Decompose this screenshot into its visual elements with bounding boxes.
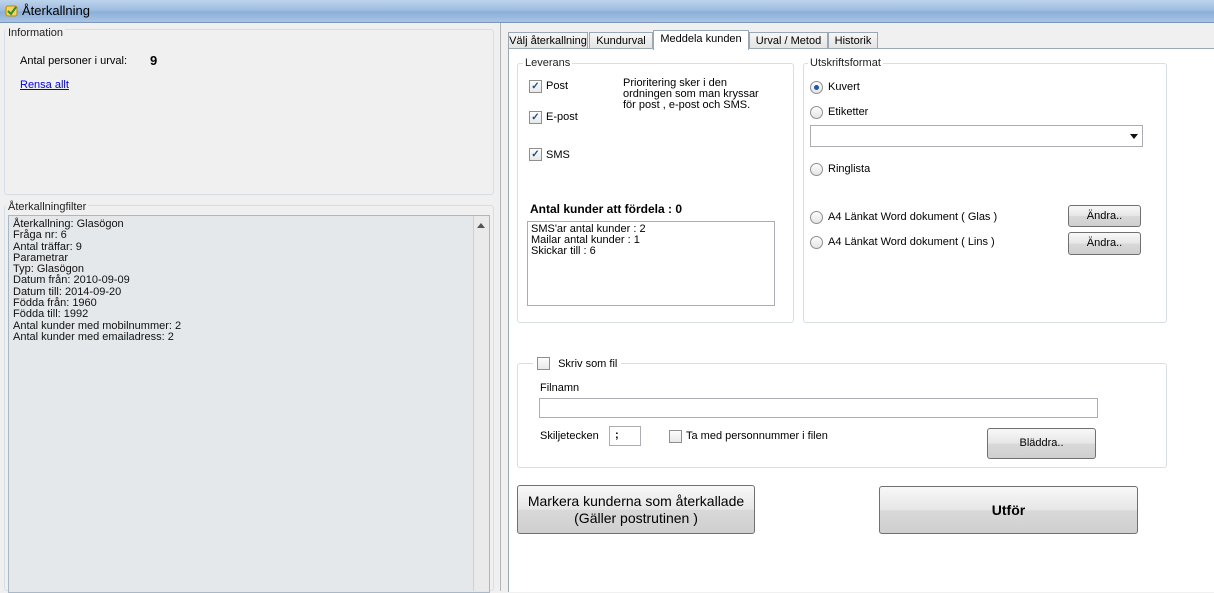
mark-recalled-line1: Markera kunderna som återkallade [527, 493, 745, 509]
post-label: Post [546, 80, 569, 92]
epost-checkbox[interactable]: ✓ [529, 111, 542, 124]
priority-line: för post , e-post och SMS. [623, 99, 751, 111]
filter-lines: Återkallning: Glasögon Fråga nr: 6 Antal t… [13, 218, 181, 343]
andra-glas-button[interactable]: Ändra.. [1068, 205, 1141, 227]
a4-glas-label: A4 Länkat Word dokument ( Glas ) [828, 211, 998, 223]
distribute-count-label: Antal kunder att fördela : 0 [530, 202, 683, 216]
post-checkbox[interactable]: ✓ [529, 80, 542, 93]
write-file-label: Skriv som fil [558, 357, 618, 370]
filter-textbox[interactable]: Återkallning: Glasögon Fråga nr: 6 Antal t… [8, 215, 490, 593]
etiketter-label: Etiketter [828, 106, 869, 118]
write-file-legend: Skriv som fil [533, 357, 622, 371]
ringlista-radio[interactable] [810, 163, 823, 176]
tab-kundurval[interactable]: Kundurval [589, 32, 653, 49]
information-legend: Information [6, 27, 66, 39]
etiketter-radio[interactable] [810, 106, 823, 119]
separator-input[interactable]: ; [609, 426, 641, 446]
andra-lins-label: Ändra.. [1086, 237, 1123, 249]
a4-lins-label: A4 Länkat Word dokument ( Lins ) [828, 236, 995, 248]
tab-valj-aterkallning[interactable]: Välj återkallning [508, 32, 588, 49]
browse-button[interactable]: Bläddra.. [987, 428, 1096, 459]
tab-meddela-kunden[interactable]: Meddela kunden [653, 30, 749, 50]
person-count-label: Antal personer i urval: [20, 55, 127, 67]
separator-label: Skiljetecken [540, 430, 599, 442]
tab-historik[interactable]: Historik [828, 32, 878, 49]
a4-lins-radio[interactable] [810, 236, 823, 249]
browse-label: Bläddra.. [1019, 437, 1064, 449]
andra-glas-label: Ändra.. [1086, 210, 1123, 222]
kuvert-radio[interactable] [810, 81, 823, 94]
title-bar[interactable]: Återkallning [0, 0, 1214, 23]
information-group [4, 29, 494, 195]
mark-recalled-button[interactable]: Markera kunderna som återkallade (Gäller… [517, 485, 755, 534]
mark-recalled-line2: (Gäller postrutinen ) [574, 510, 698, 526]
filter-line: Antal kunder med emailadress: 2 [13, 330, 174, 343]
summary-textbox[interactable]: SMS'ar antal kunder : 2 Mailar antal kun… [527, 221, 775, 306]
separator-value: ; [615, 429, 619, 441]
priority-text: Prioritering sker i den ordningen som ma… [623, 78, 759, 111]
window-title: Återkallning [22, 3, 90, 18]
andra-lins-button[interactable]: Ändra.. [1068, 232, 1141, 255]
sms-checkbox[interactable]: ✓ [529, 148, 542, 161]
scroll-up-arrow-icon[interactable] [477, 222, 485, 228]
kuvert-label: Kuvert [828, 81, 860, 93]
a4-glas-radio[interactable] [810, 211, 823, 224]
person-count-value: 9 [150, 53, 158, 68]
app-icon [5, 5, 18, 17]
epost-label: E-post [546, 111, 578, 123]
tab-label: Välj återkallning [509, 35, 587, 47]
filter-legend: Återkallningfilter [6, 201, 89, 213]
filter-line: Födda till: 1992 [13, 308, 89, 321]
utskrift-group [803, 63, 1167, 323]
ringlista-label: Ringlista [828, 163, 871, 175]
tab-label: Urval / Metod [755, 35, 822, 47]
filter-line: Fråga nr: 6 [13, 229, 67, 242]
leverans-legend: Leverans [523, 57, 573, 69]
tab-label: Meddela kunden [660, 33, 742, 45]
utskrift-legend: Utskriftsformat [808, 57, 883, 69]
filename-label: Filnamn [540, 382, 580, 394]
summary-line: Skickar till : 6 [531, 245, 596, 257]
include-ssn-checkbox[interactable] [669, 430, 682, 443]
chevron-down-icon [1130, 134, 1138, 139]
clear-all-link[interactable]: Rensa allt [20, 79, 69, 91]
include-ssn-label: Ta med personnummer i filen [686, 430, 828, 442]
filename-input[interactable] [539, 398, 1098, 418]
execute-label: Utför [991, 502, 1026, 518]
tab-label: Kundurval [596, 35, 646, 47]
tab-label: Historik [834, 35, 872, 47]
filter-scrollbar[interactable] [473, 216, 489, 591]
write-file-checkbox[interactable] [537, 357, 550, 370]
sms-label: SMS [546, 149, 570, 161]
execute-button[interactable]: Utför [879, 486, 1138, 534]
format-dropdown[interactable] [810, 125, 1143, 147]
tab-urval-metod[interactable]: Urval / Metod [749, 32, 828, 49]
